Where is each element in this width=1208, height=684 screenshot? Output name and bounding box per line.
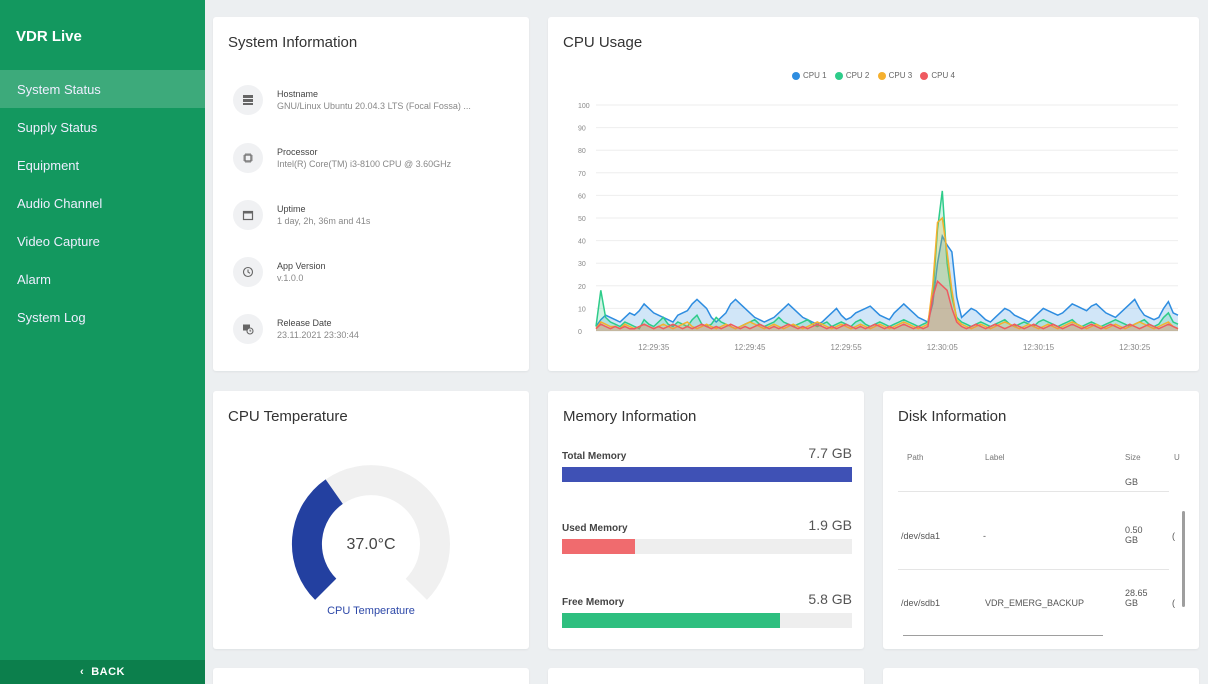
partial-card [883, 668, 1199, 684]
disk-information-card: Disk Information Path Label Size U GB /d… [883, 391, 1199, 649]
memory-bar-fill [562, 613, 780, 628]
chip-icon [233, 143, 263, 173]
history-icon [233, 257, 263, 287]
partial-card [213, 668, 529, 684]
x-tick-label: 12:29:55 [831, 343, 863, 352]
cpu-usage-chart: 0 10 20 30 40 50 60 70 80 90 100 12:29:35 12:29:45 12… [578, 103, 1179, 352]
info-label: Release Date [277, 318, 332, 328]
memory-value: 1.9 GB [808, 517, 852, 533]
table-cell-label: - [983, 531, 986, 541]
info-value: 23.11.2021 23:30:44 [277, 330, 359, 340]
y-tick-label: 30 [578, 261, 586, 268]
sidebar-item-system-log[interactable]: System Log [0, 298, 205, 336]
column-header-label[interactable]: Label [985, 453, 1005, 462]
info-value: GNU/Linux Ubuntu 20.04.3 LTS (Focal Foss… [277, 101, 471, 111]
back-button[interactable]: ‹ BACK [0, 660, 205, 684]
y-tick-label: 70 [578, 171, 586, 178]
sidebar-item-supply-status[interactable]: Supply Status [0, 108, 205, 146]
sidebar-item-equipment[interactable]: Equipment [0, 146, 205, 184]
info-value: Intel(R) Core(TM) i3-8100 CPU @ 3.60GHz [277, 159, 452, 169]
y-tick-label: 10 [578, 306, 586, 313]
partial-card [548, 668, 864, 684]
memory-label: Total Memory [562, 451, 627, 462]
sidebar: VDR Live System Status Supply Status Equ… [0, 0, 205, 684]
y-tick-label: 0 [578, 329, 582, 336]
sidebar-item-video-capture[interactable]: Video Capture [0, 222, 205, 260]
memory-information-card: Memory Information Total Memory 7.7 GB U… [548, 391, 864, 649]
chevron-left-icon: ‹ [80, 666, 85, 678]
y-tick-label: 80 [578, 148, 586, 155]
system-information-card: System Information Hostname GNU/Linux Ub… [213, 17, 529, 371]
table-cell-size: GB [1125, 477, 1139, 487]
sidebar-item-system-status[interactable]: System Status [0, 70, 205, 108]
table-cell-size: 0.50 GB [1125, 525, 1143, 545]
row-divider [898, 569, 1169, 570]
y-tick-label: 60 [578, 193, 586, 200]
memory-bar-track [562, 467, 852, 482]
info-value: 1 day, 2h, 36m and 41s [277, 216, 371, 226]
disk-information-title: Disk Information [898, 408, 1007, 425]
memory-row-free: Free Memory 5.8 GB [562, 591, 852, 631]
release-date-icon [233, 314, 263, 344]
info-label: App Version [277, 261, 326, 271]
x-tick-label: 12:30:25 [1119, 343, 1151, 352]
table-cell-path: /dev/sdb1 [901, 598, 941, 608]
y-tick-label: 40 [578, 239, 586, 246]
row-divider [898, 491, 1169, 492]
y-tick-label: 20 [578, 284, 586, 291]
gauge-label: CPU Temperature [327, 605, 415, 617]
sidebar-item-alarm[interactable]: Alarm [0, 260, 205, 298]
sidebar-item-audio-channel[interactable]: Audio Channel [0, 184, 205, 222]
table-cell-path: /dev/sda1 [901, 531, 941, 541]
info-row-uptime: Uptime 1 day, 2h, 36m and 41s [233, 200, 370, 230]
info-row-release-date: Release Date 23.11.2021 23:30:44 [233, 314, 359, 344]
table-cell-size: 28.65 GB [1125, 588, 1148, 608]
memory-label: Used Memory [562, 523, 628, 534]
memory-information-title: Memory Information [563, 408, 697, 425]
memory-value: 5.8 GB [808, 591, 852, 607]
app-title: VDR Live [16, 28, 82, 45]
memory-value: 7.7 GB [808, 445, 852, 461]
memory-bar-fill [562, 539, 635, 554]
info-label: Uptime [277, 204, 306, 214]
horizontal-scrollbar[interactable] [903, 635, 1103, 636]
column-header-path[interactable]: Path [907, 453, 923, 462]
memory-label: Free Memory [562, 597, 625, 608]
vertical-scrollbar[interactable] [1182, 511, 1185, 607]
x-tick-label: 12:30:05 [927, 343, 959, 352]
temperature-value: 37.0°C [346, 536, 396, 553]
y-tick-label: 90 [578, 126, 586, 133]
memory-bar-fill [562, 467, 852, 482]
table-cell-label: VDR_EMERG_BACKUP [985, 598, 1085, 608]
y-tick-label: 100 [578, 103, 590, 110]
system-information-title: System Information [228, 34, 358, 51]
x-tick-label: 12:29:45 [734, 343, 766, 352]
cpu-temperature-card: CPU Temperature 37.0°C CPU Temperature [213, 391, 529, 649]
cpu-usage-card: CPU Usage CPU 1 CPU 2 CPU 3 CPU 4 0 10 20 3… [548, 17, 1199, 371]
calendar-icon [233, 200, 263, 230]
info-label: Hostname [277, 89, 319, 99]
info-value: v.1.0.0 [277, 273, 304, 283]
memory-bar-track [562, 539, 852, 554]
memory-bar-track [562, 613, 852, 628]
info-label: Processor [277, 147, 318, 157]
x-tick-label: 12:29:35 [638, 343, 670, 352]
y-tick-label: 50 [578, 216, 586, 223]
server-icon [233, 85, 263, 115]
info-row-hostname: Hostname GNU/Linux Ubuntu 20.04.3 LTS (F… [233, 85, 471, 115]
info-row-app-version: App Version v.1.0.0 [233, 257, 326, 287]
table-cell-extra: ( [1172, 531, 1175, 541]
x-tick-label: 12:30:15 [1023, 343, 1055, 352]
series-area-cpu-1 [596, 236, 1178, 331]
memory-row-used: Used Memory 1.9 GB [562, 517, 852, 557]
table-cell-extra: ( [1172, 598, 1175, 608]
info-row-processor: Processor Intel(R) Core(TM) i3-8100 CPU … [233, 143, 451, 173]
column-header-extra[interactable]: U [1174, 453, 1180, 462]
column-header-size[interactable]: Size [1125, 453, 1141, 462]
back-button-label: BACK [91, 666, 125, 678]
memory-row-total: Total Memory 7.7 GB [562, 445, 852, 485]
